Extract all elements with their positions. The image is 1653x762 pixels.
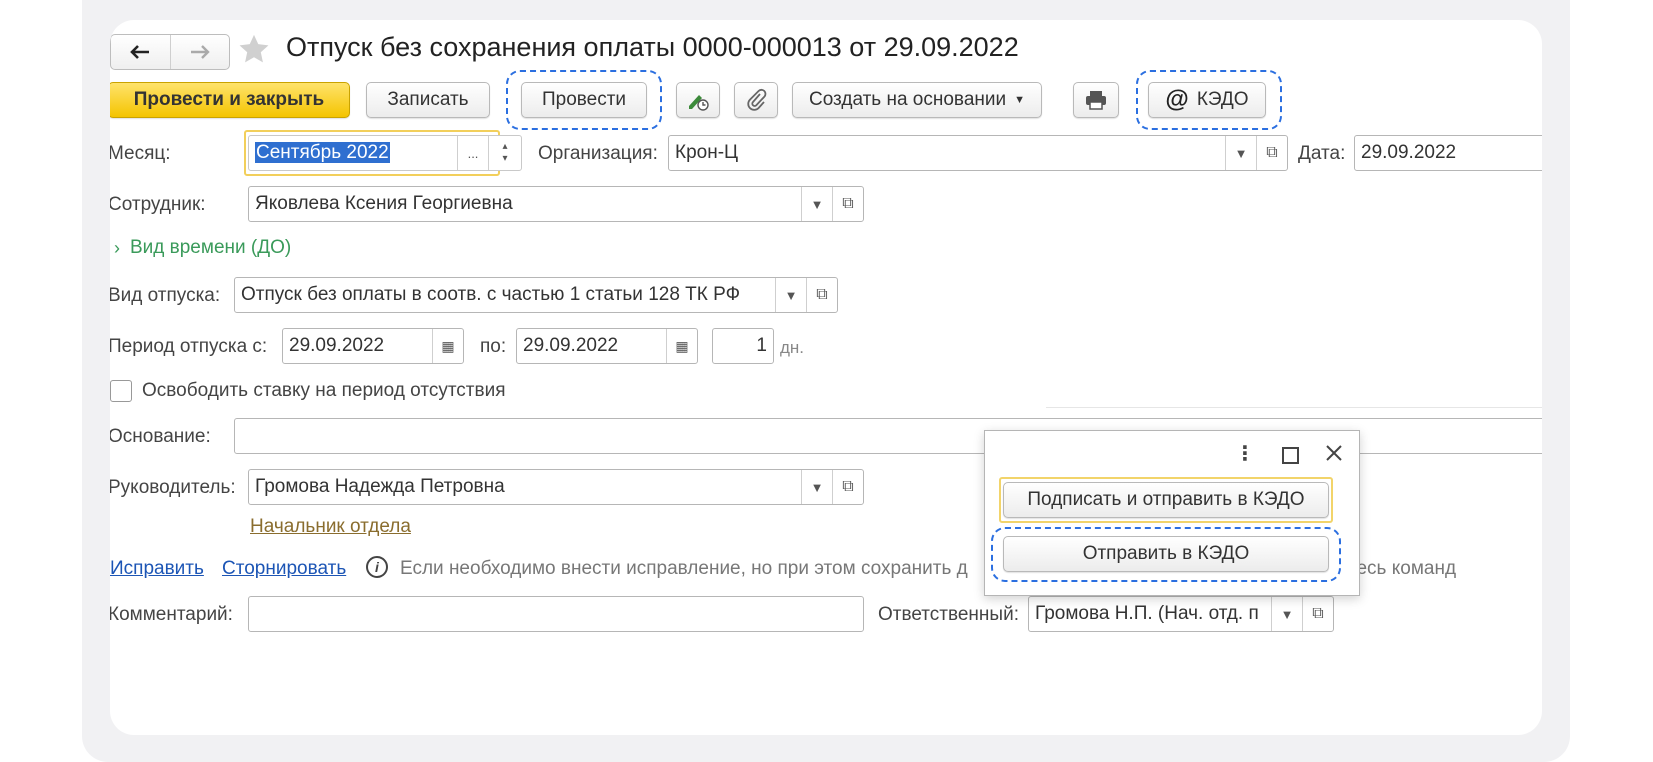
leave-type-label: Вид отпуска:: [110, 285, 221, 306]
maximize-icon[interactable]: [1282, 447, 1299, 464]
info-icon: i: [366, 556, 388, 578]
page-title: Отпуск без сохранения оплаты 0000-000013…: [286, 32, 1019, 62]
kedo-popup: ⋮ Подписать и отправить в КЭДО Отправить…: [984, 430, 1360, 596]
organization-field[interactable]: Крон-Ц ▼ ⧉: [668, 135, 1288, 171]
printer-icon: [1086, 91, 1106, 110]
open-icon[interactable]: ⧉: [832, 187, 863, 221]
highlight-kedo: [1136, 70, 1282, 130]
pen-clock-icon: [689, 95, 709, 111]
arrow-left-icon: [130, 45, 150, 59]
forward-button[interactable]: [171, 35, 230, 69]
days-field[interactable]: 1: [712, 328, 774, 364]
period-to-label: по:: [480, 336, 507, 357]
manager-position-link[interactable]: Начальник отдела: [250, 516, 411, 538]
time-type-group[interactable]: › Вид времени (ДО): [114, 237, 291, 259]
print-button[interactable]: [1073, 82, 1119, 118]
save-button[interactable]: Записать: [366, 82, 490, 118]
separator-line: [1046, 407, 1542, 408]
open-icon[interactable]: ⧉: [832, 470, 863, 504]
organization-value: Крон-Ц: [675, 142, 739, 163]
calendar-icon[interactable]: ▦: [666, 329, 697, 363]
chevron-down-icon[interactable]: ▼: [775, 278, 806, 312]
organization-label: Организация:: [538, 143, 658, 164]
chevron-down-icon[interactable]: ▼: [1271, 597, 1302, 631]
create-based-on-label: Создать на основании: [808, 89, 1007, 110]
date-label: Дата:: [1298, 143, 1346, 164]
month-value: Сентябрь 2022: [255, 142, 390, 163]
fix-link[interactable]: Исправить: [110, 558, 204, 580]
period-from-field[interactable]: 29.09.2022 ▦: [282, 328, 464, 364]
time-type-label: Вид времени (ДО): [130, 237, 292, 258]
period-to-value: 29.09.2022: [523, 335, 619, 356]
comment-field[interactable]: [248, 596, 864, 632]
calendar-icon[interactable]: ▦: [432, 329, 463, 363]
manager-field[interactable]: Громова Надежда Петровна ▼ ⧉: [248, 469, 864, 505]
manager-label: Руководитель:: [110, 477, 236, 498]
release-rate-checkbox[interactable]: [110, 380, 132, 402]
period-to-field[interactable]: 29.09.2022 ▦: [516, 328, 698, 364]
more-icon[interactable]: ⋮: [1235, 441, 1255, 466]
employee-label: Сотрудник:: [110, 194, 206, 215]
manager-value: Громова Надежда Петровна: [255, 476, 505, 497]
info-text: Если необходимо внести исправление, но п…: [400, 558, 968, 579]
open-icon[interactable]: ⧉: [806, 278, 837, 312]
chevron-down-icon[interactable]: ▼: [801, 187, 832, 221]
star-icon[interactable]: [236, 32, 272, 66]
chevron-down-icon[interactable]: ▼: [1225, 136, 1256, 170]
leave-type-value: Отпуск без оплаты в соотв. с частью 1 ст…: [241, 284, 741, 305]
highlight-post: [506, 70, 662, 130]
date-field[interactable]: 29.09.2022: [1354, 135, 1542, 171]
post-and-close-button[interactable]: Провести и закрыть: [110, 82, 350, 118]
period-from-value: 29.09.2022: [289, 335, 385, 356]
paperclip-icon: [747, 88, 767, 111]
employee-value: Яковлева Ксения Георгиевна: [255, 193, 513, 214]
comment-label: Комментарий:: [110, 604, 233, 625]
leave-type-field[interactable]: Отпуск без оплаты в соотв. с частью 1 ст…: [234, 277, 838, 313]
sign-and-send-button[interactable]: Подписать и отправить в КЭДО: [1003, 482, 1329, 518]
back-button[interactable]: [111, 35, 171, 69]
chevron-right-icon: ›: [114, 237, 120, 258]
responsible-label: Ответственный:: [878, 604, 1019, 625]
month-select-button[interactable]: ...: [457, 136, 488, 170]
open-icon[interactable]: ⧉: [1256, 136, 1287, 170]
reverse-link[interactable]: Сторнировать: [222, 558, 346, 580]
arrow-right-icon: [190, 45, 210, 59]
days-unit: дн.: [780, 338, 805, 357]
month-spin-icon[interactable]: ▴ ▾: [488, 136, 521, 170]
basis-label: Основание:: [110, 426, 211, 447]
date-value: 29.09.2022: [1361, 142, 1457, 163]
info-text-tail: тесь команд: [1348, 558, 1457, 579]
month-label: Месяц:: [110, 143, 171, 164]
days-value: 1: [756, 335, 767, 356]
chevron-down-icon[interactable]: ▼: [801, 470, 832, 504]
open-icon[interactable]: ⧉: [1302, 597, 1333, 631]
nav-buttons: [110, 34, 230, 70]
responsible-value: Громова Н.П. (Нач. отд. п: [1035, 603, 1259, 624]
signature-button[interactable]: [676, 82, 720, 118]
month-field[interactable]: Сентябрь 2022 ... ▴ ▾: [248, 135, 522, 171]
create-based-on-button[interactable]: Создать на основании ▼: [792, 82, 1042, 118]
responsible-field[interactable]: Громова Н.П. (Нач. отд. п ▼ ⧉: [1028, 596, 1334, 632]
close-icon[interactable]: [1325, 444, 1343, 462]
release-rate-label: Освободить ставку на период отсутствия: [142, 380, 506, 401]
highlight-send: [991, 527, 1341, 582]
employee-field[interactable]: Яковлева Ксения Георгиевна ▼ ⧉: [248, 186, 864, 222]
attach-button[interactable]: [734, 82, 778, 118]
document-form: Отпуск без сохранения оплаты 0000-000013…: [110, 20, 1542, 735]
period-label: Период отпуска с:: [110, 336, 268, 357]
chevron-down-icon: ▼: [1014, 94, 1025, 106]
